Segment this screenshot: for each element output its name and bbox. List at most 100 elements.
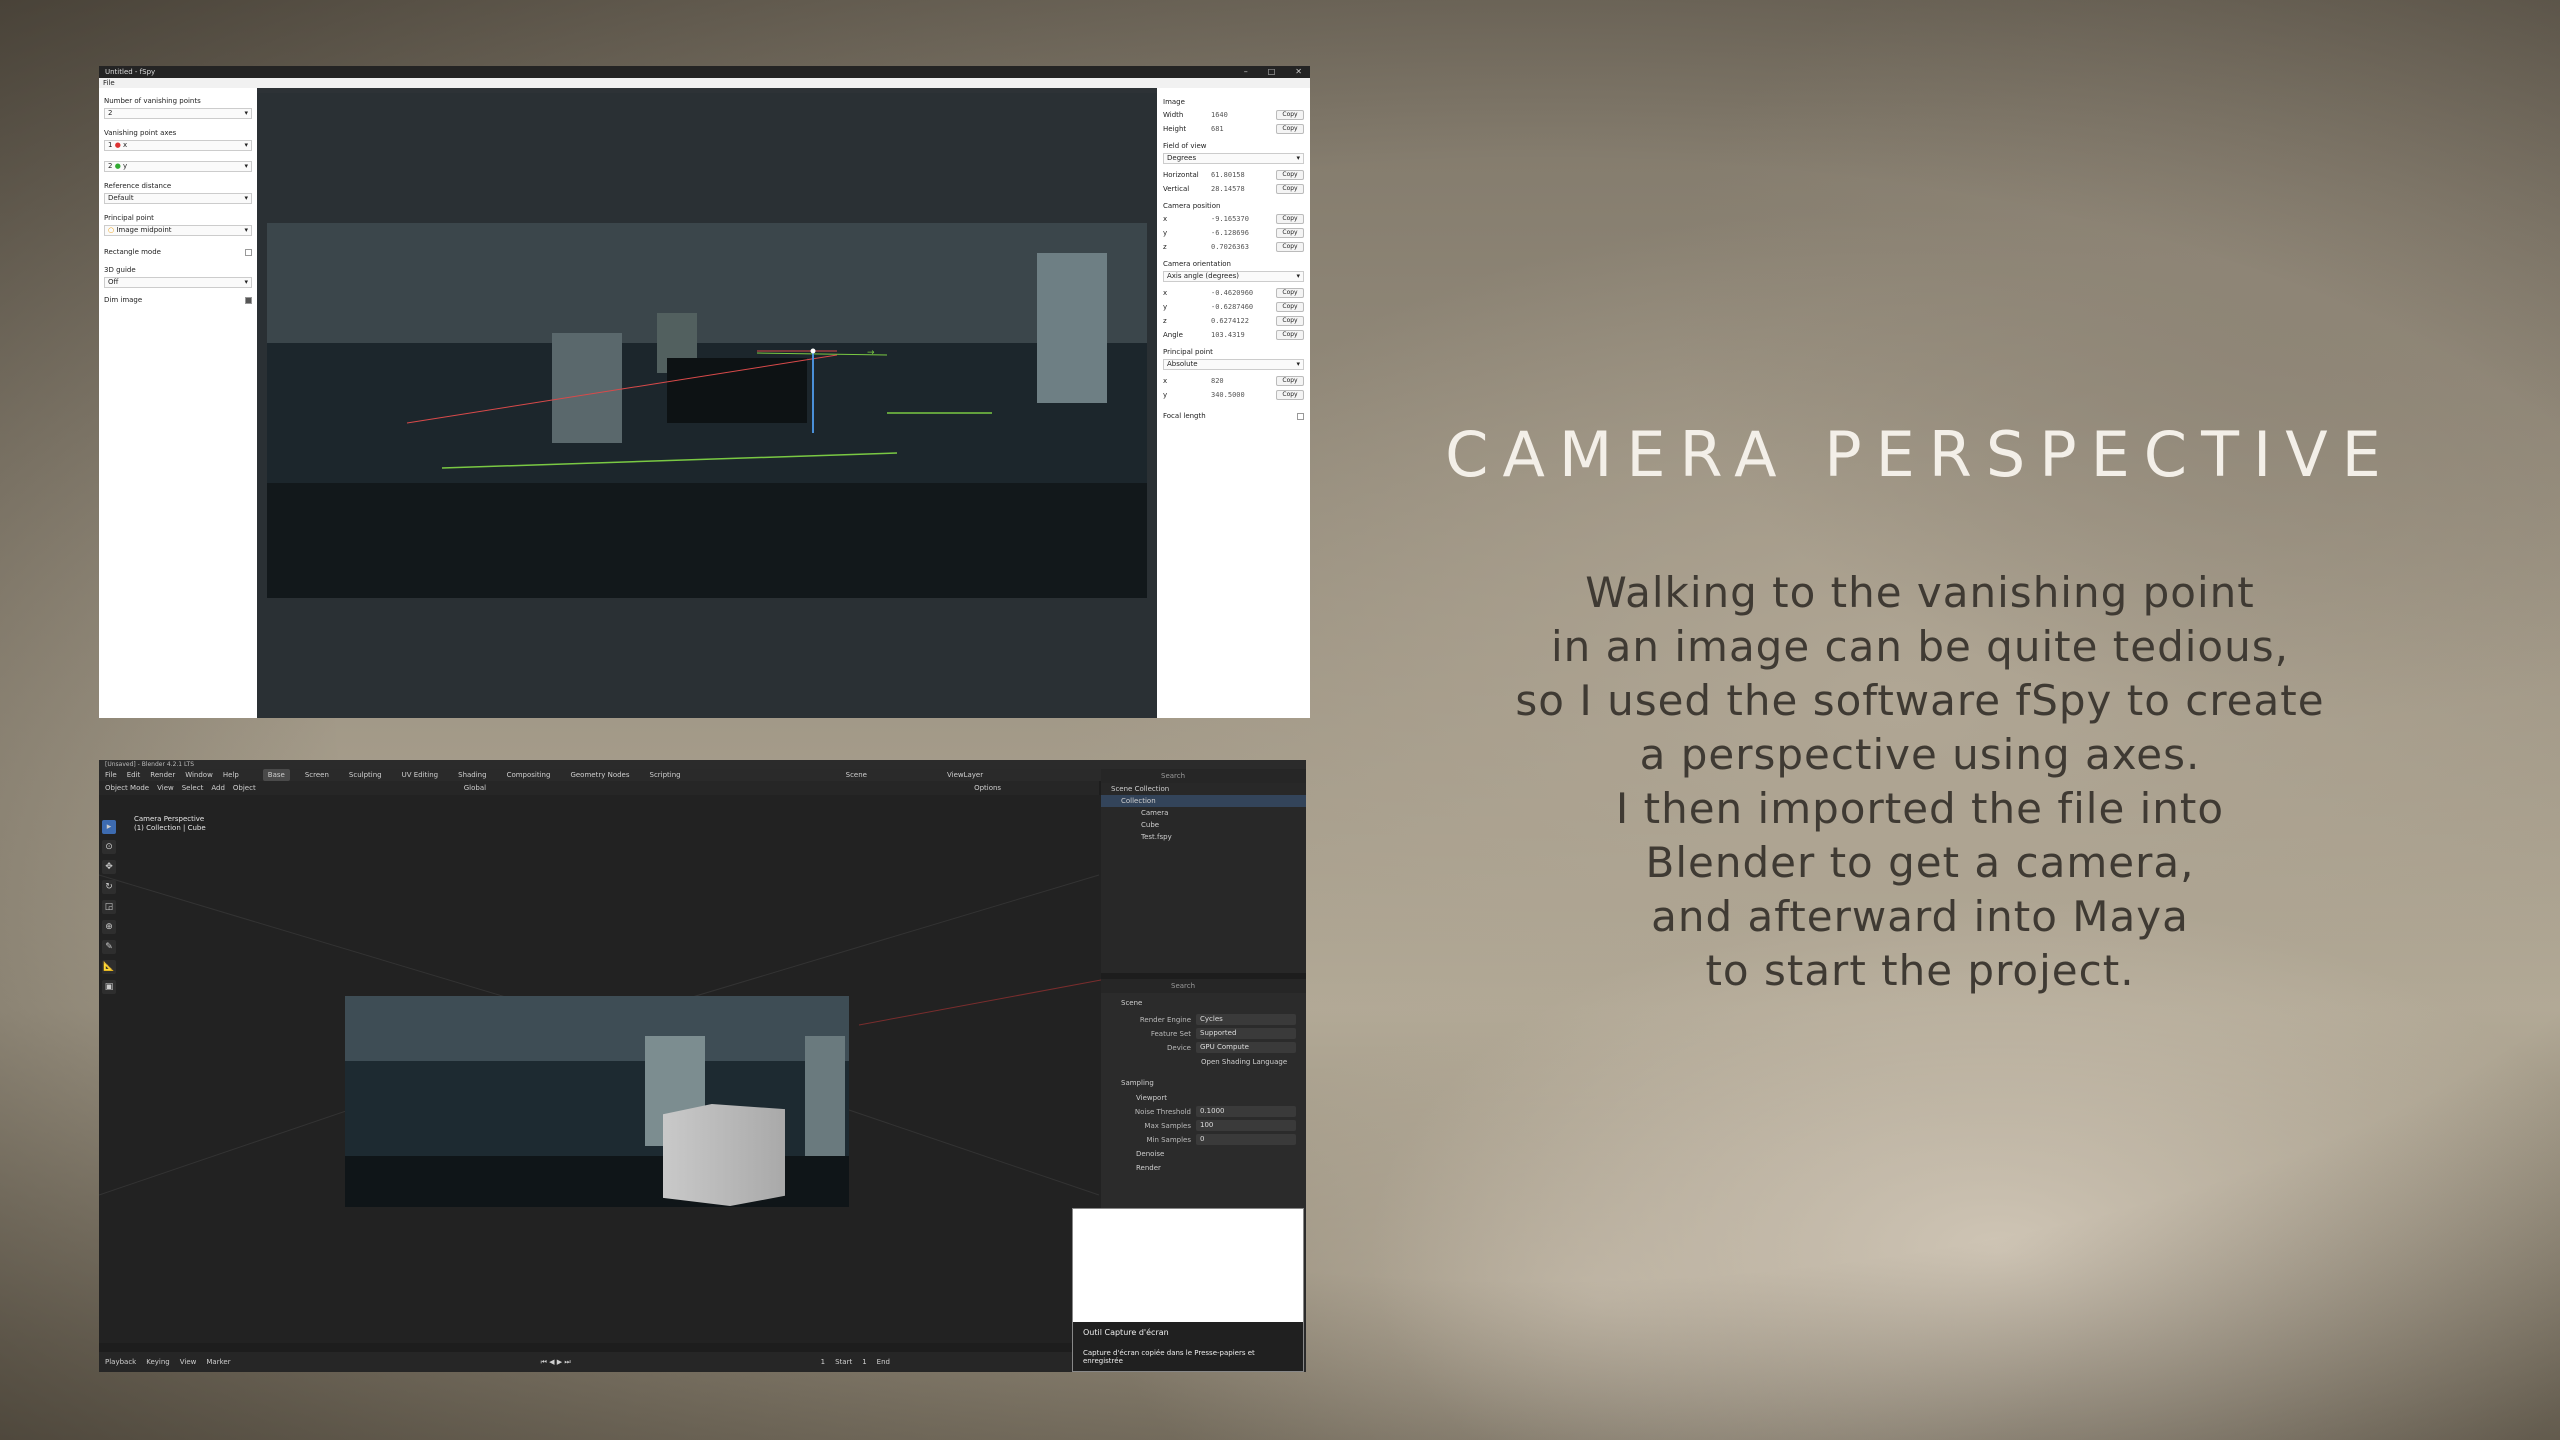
outliner: Search Scene Collection Collection Camer… <box>1101 769 1306 973</box>
add-menu[interactable]: Add <box>211 781 225 795</box>
view-layer-selector[interactable]: ViewLayer <box>947 769 983 781</box>
tab-screen[interactable]: Screen <box>300 769 334 781</box>
denoise-subpanel[interactable]: Denoise <box>1101 1147 1306 1161</box>
render-subpanel[interactable]: Render <box>1101 1161 1306 1175</box>
orient-y-key: y <box>1163 303 1168 311</box>
axis-1-select[interactable]: 1 ● x <box>104 140 252 151</box>
copy-button[interactable]: Copy <box>1276 170 1304 180</box>
scene-selector[interactable]: Scene <box>846 769 867 781</box>
tab-base[interactable]: Base <box>262 769 290 781</box>
fov-unit-select[interactable]: Degrees <box>1163 153 1304 164</box>
min-samples-value[interactable]: 0 <box>1196 1134 1296 1145</box>
copy-button[interactable]: Copy <box>1276 316 1304 326</box>
mode-selector[interactable]: Object Mode <box>105 781 149 795</box>
view-menu[interactable]: View <box>157 781 174 795</box>
menu-render[interactable]: Render <box>150 769 175 781</box>
pp-mode-select[interactable]: Absolute <box>1163 359 1304 370</box>
orient-mode-select[interactable]: Axis angle (degrees) <box>1163 271 1304 282</box>
rectangle-mode-checkbox[interactable] <box>245 249 252 256</box>
tab-uv-editing[interactable]: UV Editing <box>397 769 444 781</box>
pp-y-row: y 340.5000 Copy <box>1163 388 1304 402</box>
transform-orientation[interactable]: Global <box>464 781 486 795</box>
tab-compositing[interactable]: Compositing <box>502 769 556 781</box>
tab-shading[interactable]: Shading <box>453 769 491 781</box>
outliner-cube[interactable]: Cube <box>1101 819 1306 831</box>
description-line: to start the project. <box>1705 946 2135 995</box>
move-icon[interactable]: ✥ <box>102 860 116 874</box>
pos-x-row: x -9.165370 Copy <box>1163 212 1304 226</box>
dim-image-checkbox[interactable] <box>245 297 252 304</box>
maximize-icon[interactable]: □ <box>1268 67 1276 76</box>
guide-select[interactable]: Off <box>104 277 252 288</box>
close-icon[interactable]: ✕ <box>1295 67 1302 76</box>
start-frame-value[interactable]: 1 <box>862 1352 866 1372</box>
dim-image-label: Dim image <box>104 296 143 304</box>
vp-count-select[interactable]: 2 <box>104 108 252 119</box>
tab-sculpting[interactable]: Sculpting <box>344 769 387 781</box>
select-cursor-icon[interactable]: ▸ <box>102 820 116 834</box>
tab-geometry-nodes[interactable]: Geometry Nodes <box>565 769 634 781</box>
select-menu[interactable]: Select <box>182 781 204 795</box>
orient-y-value: -0.6287460 <box>1211 303 1254 311</box>
copy-button[interactable]: Copy <box>1276 330 1304 340</box>
height-row: Height 681 Copy <box>1163 122 1304 136</box>
sampling-panel[interactable]: Sampling <box>1101 1075 1306 1091</box>
copy-button[interactable]: Copy <box>1276 214 1304 224</box>
transform-icon[interactable]: ⊕ <box>102 920 116 934</box>
outliner-scene-collection[interactable]: Scene Collection <box>1101 783 1306 795</box>
outliner-search[interactable]: Search <box>1101 769 1306 783</box>
fspy-menu-file[interactable]: File <box>99 78 1310 88</box>
tab-scripting[interactable]: Scripting <box>645 769 686 781</box>
timeline-view-menu[interactable]: View <box>180 1352 197 1372</box>
device-value[interactable]: GPU Compute <box>1196 1042 1296 1053</box>
screenshot-notification[interactable]: Outil Capture d'écran Capture d'écran co… <box>1072 1208 1304 1372</box>
fspy-canvas[interactable]: → <box>257 93 1157 718</box>
feature-set-value[interactable]: Supported <box>1196 1028 1296 1039</box>
copy-button[interactable]: Copy <box>1276 124 1304 134</box>
viewport-header: Object Mode View Select Add Object Globa… <box>99 781 1099 795</box>
outliner-fspy[interactable]: Test.fspy <box>1101 831 1306 843</box>
copy-button[interactable]: Copy <box>1276 376 1304 386</box>
ref-distance-select[interactable]: Default <box>104 193 252 204</box>
render-engine-value[interactable]: Cycles <box>1196 1014 1296 1025</box>
focal-length-checkbox[interactable] <box>1297 413 1304 420</box>
current-frame[interactable]: 1 <box>821 1352 825 1372</box>
object-menu[interactable]: Object <box>233 781 256 795</box>
cube-mesh[interactable] <box>663 1104 785 1206</box>
copy-button[interactable]: Copy <box>1276 110 1304 120</box>
playback-menu[interactable]: Playback <box>105 1352 136 1372</box>
menu-window[interactable]: Window <box>185 769 213 781</box>
outliner-camera[interactable]: Camera <box>1101 807 1306 819</box>
viewport-subpanel[interactable]: Viewport <box>1101 1091 1306 1105</box>
options-button[interactable]: Options <box>974 781 1001 795</box>
copy-button[interactable]: Copy <box>1276 228 1304 238</box>
copy-button[interactable]: Copy <box>1276 302 1304 312</box>
noise-threshold-value[interactable]: 0.1000 <box>1196 1106 1296 1117</box>
osl-checkbox[interactable]: Open Shading Language <box>1101 1055 1306 1069</box>
menu-edit[interactable]: Edit <box>127 769 141 781</box>
menu-help[interactable]: Help <box>223 769 239 781</box>
copy-button[interactable]: Copy <box>1276 390 1304 400</box>
axis-2-select[interactable]: 2 ● y <box>104 161 252 172</box>
rotate-icon[interactable]: ↻ <box>102 880 116 894</box>
scale-icon[interactable]: ◲ <box>102 900 116 914</box>
annotate-icon[interactable]: ✎ <box>102 940 116 954</box>
cursor-icon[interactable]: ⊙ <box>102 840 116 854</box>
feature-set-row: Feature Set Supported <box>1101 1027 1306 1041</box>
measure-icon[interactable]: 📐 <box>102 960 116 974</box>
play-controls-icon[interactable]: ⏮ ◀ ▶ ⏭ <box>541 1352 571 1372</box>
copy-button[interactable]: Copy <box>1276 184 1304 194</box>
render-engine-key: Render Engine <box>1139 1016 1191 1024</box>
max-samples-value[interactable]: 100 <box>1196 1120 1296 1131</box>
copy-button[interactable]: Copy <box>1276 288 1304 298</box>
outliner-collection[interactable]: Collection <box>1101 795 1306 807</box>
properties-search[interactable]: Search <box>1101 979 1306 993</box>
minimize-icon[interactable]: – <box>1244 67 1248 76</box>
keying-menu[interactable]: Keying <box>146 1352 170 1372</box>
add-cube-icon[interactable]: ▣ <box>102 980 116 994</box>
pp-select[interactable]: ○ Image midpoint <box>104 225 252 236</box>
copy-button[interactable]: Copy <box>1276 242 1304 252</box>
3d-viewport[interactable]: Camera Perspective (1) Collection | Cube <box>99 795 1101 1343</box>
marker-menu[interactable]: Marker <box>206 1352 230 1372</box>
menu-file[interactable]: File <box>105 769 117 781</box>
